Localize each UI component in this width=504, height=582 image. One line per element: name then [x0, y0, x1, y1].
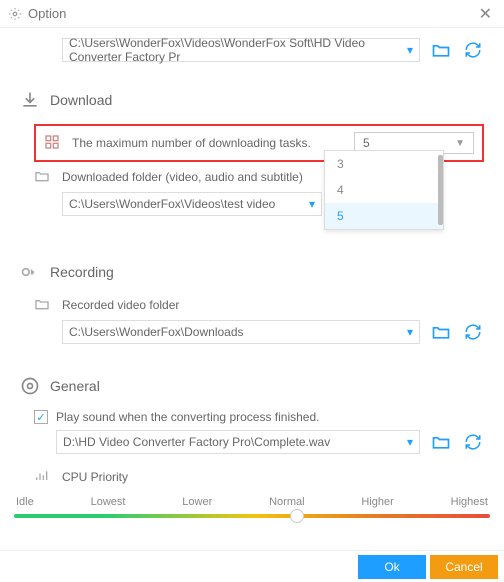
output-path-select[interactable]: C:\Users\WonderFox\Videos\WonderFox Soft… [62, 38, 420, 62]
caret-down-icon: ▾ [407, 325, 413, 339]
download-folder-label: Downloaded folder (video, audio and subt… [62, 170, 303, 184]
rec-icon [20, 262, 40, 282]
window-title: Option [28, 6, 475, 21]
content: C:\Users\WonderFox\Videos\WonderFox Soft… [0, 28, 504, 518]
max-tasks-value: 5 [363, 136, 370, 150]
sound-file-select[interactable]: D:\HD Video Converter Factory Pro\Comple… [56, 430, 420, 454]
cpu-priority-slider-wrap: Idle Lowest Lower Normal Higher Highest [14, 496, 490, 518]
ok-button[interactable]: Ok [358, 555, 426, 579]
close-icon[interactable]: ✕ [475, 4, 496, 24]
cpu-priority-slider[interactable] [14, 514, 490, 518]
scrollbar[interactable] [438, 155, 443, 225]
footer: Ok Cancel [0, 550, 504, 582]
browse-folder-button[interactable] [430, 431, 452, 453]
titlebar: Option ✕ [0, 0, 504, 28]
bars-icon [34, 468, 52, 486]
dropdown-option[interactable]: 3 [325, 151, 443, 177]
recording-heading: Recording [50, 264, 114, 280]
download-folder-value: C:\Users\WonderFox\Videos\test video [69, 197, 275, 211]
download-folder-select[interactable]: C:\Users\WonderFox\Videos\test video ▾ [62, 192, 322, 216]
recording-section: Recording Recorded video folder C:\Users… [20, 262, 484, 344]
browse-folder-button[interactable] [430, 321, 452, 343]
output-path-row: C:\Users\WonderFox\Videos\WonderFox Soft… [62, 38, 484, 62]
caret-down-icon: ▾ [309, 197, 315, 211]
caret-down-icon: ▾ [407, 435, 413, 449]
recording-heading-row: Recording [20, 262, 484, 282]
recorded-folder-select[interactable]: C:\Users\WonderFox\Downloads ▾ [62, 320, 420, 344]
general-section: General ✓ Play sound when the converting… [20, 376, 484, 518]
cancel-button[interactable]: Cancel [430, 555, 498, 579]
output-path-value: C:\Users\WonderFox\Videos\WonderFox Soft… [69, 36, 407, 64]
caret-down-icon: ▼ [455, 138, 465, 149]
general-heading: General [50, 378, 100, 394]
play-sound-field: ✓ Play sound when the converting process… [34, 410, 484, 454]
browse-folder-button[interactable] [430, 39, 452, 61]
slider-label: Lowest [91, 496, 126, 508]
cpu-priority-field: CPU Priority [34, 468, 484, 486]
caret-down-icon: ▾ [407, 43, 413, 57]
gear-icon [8, 7, 22, 21]
slider-label: Idle [16, 496, 34, 508]
refresh-button[interactable] [462, 321, 484, 343]
general-heading-row: General [20, 376, 484, 396]
recorded-folder-value: C:\Users\WonderFox\Downloads [69, 325, 244, 339]
sound-file-value: D:\HD Video Converter Factory Pro\Comple… [63, 435, 330, 449]
dropdown-option[interactable]: 4 [325, 177, 443, 203]
recorded-folder-field: Recorded video folder C:\Users\WonderFox… [34, 296, 484, 344]
slider-label: Lower [182, 496, 212, 508]
folder-icon [34, 296, 52, 314]
recorded-folder-label: Recorded video folder [62, 298, 179, 312]
refresh-button[interactable] [462, 39, 484, 61]
grid-icon [44, 134, 62, 152]
slider-labels: Idle Lowest Lower Normal Higher Highest [14, 496, 490, 508]
slider-label: Highest [451, 496, 488, 508]
gear-icon [20, 376, 40, 396]
cpu-priority-label: CPU Priority [62, 470, 128, 484]
slider-label: Higher [361, 496, 393, 508]
download-heading: Download [50, 92, 112, 108]
play-sound-label: Play sound when the converting process f… [56, 410, 320, 424]
slider-label: Normal [269, 496, 304, 508]
max-tasks-dropdown: 3 4 5 [324, 150, 444, 230]
refresh-button[interactable] [462, 431, 484, 453]
download-icon [20, 90, 40, 110]
download-heading-row: Download [20, 90, 484, 110]
dropdown-option[interactable]: 5 [325, 203, 443, 229]
folder-icon [34, 168, 52, 186]
slider-thumb[interactable] [290, 509, 304, 523]
max-tasks-label: The maximum number of downloading tasks. [72, 136, 311, 150]
play-sound-checkbox[interactable]: ✓ [34, 410, 48, 424]
